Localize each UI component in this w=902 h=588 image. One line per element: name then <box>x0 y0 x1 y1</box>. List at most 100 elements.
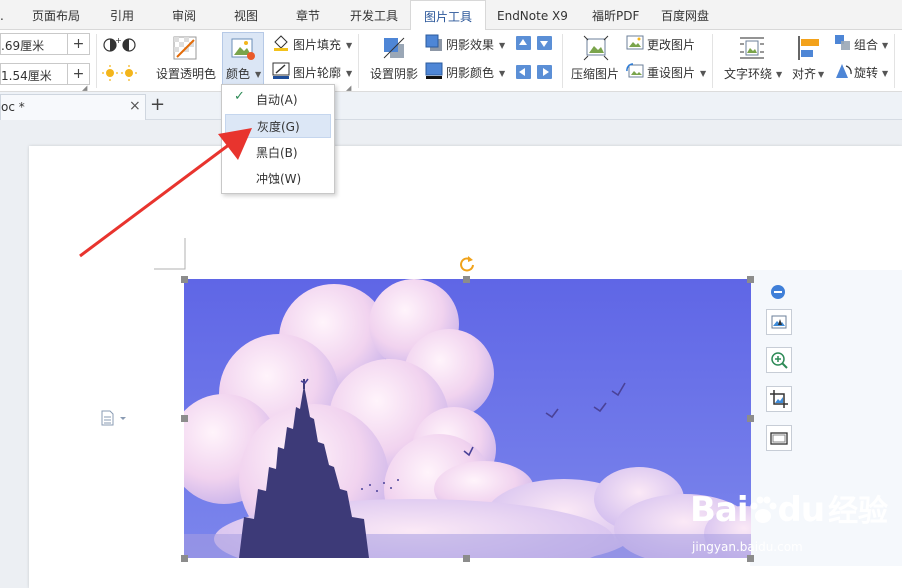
tab-developer[interactable]: 开发工具 <box>350 0 398 30</box>
tab-chapter[interactable]: 章节 <box>296 0 320 30</box>
text-wrap-icon[interactable] <box>739 35 765 61</box>
resize-handle-top-right[interactable] <box>747 276 754 283</box>
pencil-outline-icon[interactable] <box>272 62 290 80</box>
chevron-down-icon[interactable]: ▼ <box>346 69 352 78</box>
shadow-color-button[interactable]: 阴影颜色 <box>446 64 494 81</box>
tab-foxit-pdf[interactable]: 福昕PDF <box>592 0 639 30</box>
separator <box>358 34 359 88</box>
resize-handle-top[interactable] <box>463 276 470 283</box>
watermark-brand-b: du <box>777 490 826 530</box>
svg-text:+: + <box>115 36 122 45</box>
tab-review[interactable]: 审阅 <box>172 0 196 30</box>
resize-handle-left[interactable] <box>181 415 188 422</box>
ribbon-tab-bar: . 页面布局 引用 审阅 视图 章节 开发工具 图片工具 EndNote X9 … <box>0 0 902 31</box>
shadow-icon[interactable] <box>381 35 407 61</box>
preview-picture-button[interactable] <box>766 347 792 373</box>
compress-picture-button[interactable]: 压缩图片 <box>571 65 619 82</box>
transparent-color-icon[interactable] <box>172 35 198 61</box>
chevron-down-icon[interactable]: ▼ <box>499 69 505 78</box>
separator <box>712 34 713 88</box>
sky-clouds-picture[interactable] <box>184 279 751 558</box>
group-button[interactable]: 组合 <box>854 36 878 53</box>
width-plus-button[interactable]: + <box>67 64 89 84</box>
width-value[interactable]: 1.54厘米 <box>1 67 52 84</box>
ribbon: .69厘米 + 1.54厘米 + ◢ + 设置透明色 颜色 ▼ 图片填充 ▼ 图… <box>0 30 902 92</box>
annotation-arrow <box>79 128 252 258</box>
tab-view[interactable]: 视图 <box>234 0 258 30</box>
size-dialog-launcher-icon[interactable]: ◢ <box>82 84 87 92</box>
collapse-tools-icon[interactable] <box>769 283 787 301</box>
width-spinner[interactable]: 1.54厘米 + <box>0 63 90 85</box>
chevron-down-icon[interactable]: ▼ <box>700 69 706 78</box>
compress-picture-icon[interactable] <box>583 35 609 61</box>
text-wrap-button[interactable]: 文字环绕 <box>724 65 772 82</box>
layout-options-button[interactable] <box>766 309 792 335</box>
align-button[interactable]: 对齐 <box>792 65 816 82</box>
crop-icon <box>770 390 788 408</box>
picture-fill-button[interactable]: 图片填充 <box>293 36 341 53</box>
style-dialog-launcher-icon[interactable]: ◢ <box>346 84 351 92</box>
chevron-down-icon: ▼ <box>255 70 262 79</box>
color-button[interactable]: 颜色 ▼ <box>222 32 264 86</box>
reset-picture-button[interactable]: 重设图片 <box>647 64 695 81</box>
picture-color-icon <box>231 38 255 60</box>
tab-page-layout[interactable]: 页面布局 <box>32 0 80 30</box>
chevron-down-icon[interactable]: ▼ <box>776 70 782 79</box>
chevron-down-icon[interactable]: ▼ <box>818 70 824 79</box>
tab-partial[interactable]: . <box>0 0 10 30</box>
border-button[interactable] <box>766 425 792 451</box>
rotate-icon[interactable] <box>834 62 852 80</box>
close-icon[interactable]: × <box>129 98 141 114</box>
shadow-color-icon[interactable] <box>425 62 443 80</box>
height-plus-button[interactable]: + <box>67 34 89 54</box>
chevron-down-icon[interactable]: ▼ <box>346 41 352 50</box>
separator <box>96 34 97 88</box>
shadow-effect-button[interactable]: 阴影效果 <box>446 36 494 53</box>
height-value[interactable]: .69厘米 <box>1 37 44 54</box>
separator <box>562 34 563 88</box>
tab-references[interactable]: 引用 <box>110 0 134 30</box>
document-tab-title: oc * <box>1 100 25 114</box>
change-picture-icon[interactable] <box>626 34 644 52</box>
separator <box>894 34 895 88</box>
crop-picture-button[interactable] <box>766 386 792 412</box>
menu-item-auto[interactable]: 自动(A) <box>225 88 331 112</box>
set-shadow-button[interactable]: 设置阴影 <box>370 65 418 82</box>
watermark-brand-a: Bai <box>690 490 749 530</box>
paragraph-layout-icon[interactable] <box>101 410 131 426</box>
chevron-down-icon[interactable]: ▼ <box>882 41 888 50</box>
contrast-icons[interactable]: + <box>102 36 138 54</box>
reset-picture-icon[interactable] <box>626 62 644 80</box>
tab-picture-tools[interactable]: 图片工具 <box>410 0 486 31</box>
nudge-shadow-icons[interactable] <box>515 35 555 87</box>
chevron-down-icon[interactable]: ▼ <box>882 69 888 78</box>
document-tab-bar: oc * × + <box>0 92 902 120</box>
text-wrap-icon <box>771 315 787 329</box>
tab-endnote[interactable]: EndNote X9 <box>497 0 568 30</box>
baidu-jingyan-watermark: Bai du 经验 jingyan.baidu.com <box>690 488 888 555</box>
rotate-button[interactable]: 旋转 <box>854 64 878 81</box>
border-icon <box>770 432 788 445</box>
chevron-down-icon[interactable]: ▼ <box>499 41 505 50</box>
zoom-in-icon <box>771 352 788 369</box>
resize-handle-top-left[interactable] <box>181 276 188 283</box>
brightness-icons[interactable] <box>102 64 138 82</box>
color-button-label: 颜色 <box>226 67 251 81</box>
document-tab[interactable]: oc * × <box>0 94 146 120</box>
new-tab-button[interactable]: + <box>150 94 165 115</box>
resize-handle-bottom-left[interactable] <box>181 555 188 562</box>
tab-baidu-netdisk[interactable]: 百度网盘 <box>661 0 709 30</box>
change-picture-button[interactable]: 更改图片 <box>647 36 695 53</box>
height-spinner[interactable]: .69厘米 + <box>0 33 90 55</box>
resize-handle-bottom-right[interactable] <box>747 555 754 562</box>
resize-handle-right[interactable] <box>747 415 754 422</box>
align-icon[interactable] <box>797 35 823 61</box>
paint-bucket-icon[interactable] <box>272 34 290 52</box>
resize-handle-bottom[interactable] <box>463 555 470 562</box>
group-icon[interactable] <box>834 34 852 52</box>
set-transparent-button[interactable]: 设置透明色 <box>156 65 216 82</box>
watermark-brand-cn: 经验 <box>828 494 889 529</box>
shadow-effect-icon[interactable] <box>425 34 443 52</box>
picture-outline-button[interactable]: 图片轮廓 <box>293 64 341 81</box>
rotate-handle-icon[interactable] <box>458 255 476 273</box>
